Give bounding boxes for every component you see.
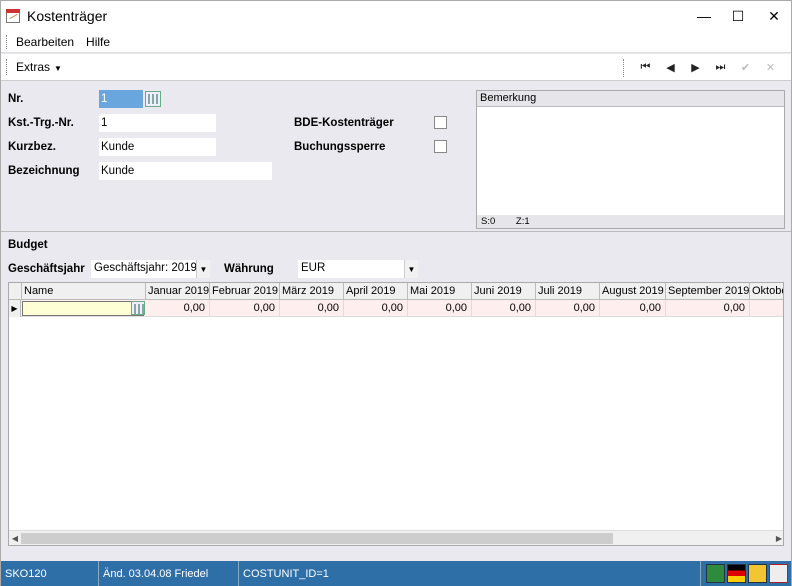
- buchungssperre-label: Buchungssperre: [294, 141, 386, 153]
- waehrung-select[interactable]: EUR ▼: [298, 260, 418, 278]
- geschaeftsjahr-value: Geschäftsjahr: 2019: [94, 262, 197, 274]
- calculator-icon[interactable]: [145, 91, 161, 107]
- kst-trg-nr-label: Kst.-Trg.-Nr.: [8, 117, 74, 129]
- budget-section-title: Budget: [8, 239, 48, 251]
- app-icon: [5, 8, 21, 24]
- column-header-month[interactable]: Januar 2019: [146, 283, 210, 300]
- horizontal-scrollbar[interactable]: ◀ ▶: [9, 530, 783, 545]
- toolbar-grip-icon: [6, 59, 8, 75]
- waehrung-value: EUR: [301, 262, 326, 274]
- column-header-month[interactable]: Mai 2019: [408, 283, 472, 300]
- column-header-name[interactable]: Name: [22, 283, 146, 300]
- status-module: SKO120: [1, 561, 99, 586]
- column-header-month[interactable]: Oktober: [750, 283, 783, 300]
- chevron-down-icon[interactable]: ▼: [196, 260, 210, 278]
- scroll-right-icon[interactable]: ▶: [773, 531, 783, 545]
- table-cell[interactable]: 0,00: [408, 300, 472, 317]
- budget-grid[interactable]: Name Januar 2019 Februar 2019 März 2019 …: [8, 282, 784, 546]
- bemerkung-label: Bemerkung: [477, 91, 784, 107]
- column-header-month[interactable]: Februar 2019: [210, 283, 280, 300]
- table-row[interactable]: ▶ 0,00 0,00 0,00 0,00 0,00 0,00 0,00 0,0…: [9, 300, 783, 317]
- table-cell[interactable]: 0,00: [666, 300, 750, 317]
- kst-trg-nr-field[interactable]: 1: [99, 114, 216, 132]
- previous-record-icon[interactable]: ◀: [658, 57, 683, 79]
- memo-s-count: S:0: [481, 216, 496, 227]
- table-cell[interactable]: 0,00: [536, 300, 600, 317]
- column-header-month[interactable]: März 2019: [280, 283, 344, 300]
- toolbar: Extras ▼ ⏮ ◀ ▶ ⏭ ✔ ✕: [1, 54, 791, 81]
- table-cell[interactable]: 0,00: [210, 300, 280, 317]
- excel-export-icon[interactable]: [706, 564, 725, 583]
- bezeichnung-field[interactable]: Kunde: [99, 162, 272, 180]
- pdf-report-icon[interactable]: [769, 564, 788, 583]
- caret-down-icon: ▼: [54, 64, 62, 73]
- title-bar: Kostenträger — ☐ ✕: [1, 1, 791, 31]
- bde-kostentraeger-checkbox[interactable]: [434, 116, 447, 129]
- nr-label: Nr.: [8, 93, 24, 105]
- column-header-month[interactable]: April 2019: [344, 283, 408, 300]
- row-pointer-icon: ▶: [9, 300, 21, 317]
- row-indicator-header: [9, 283, 22, 300]
- kurzbez-label: Kurzbez.: [8, 141, 56, 153]
- chevron-down-icon[interactable]: ▼: [404, 260, 418, 278]
- column-header-month[interactable]: August 2019: [600, 283, 666, 300]
- scroll-left-icon[interactable]: ◀: [9, 531, 21, 545]
- menu-bar: Bearbeiten Hilfe: [1, 31, 791, 53]
- grid-header: Name Januar 2019 Februar 2019 März 2019 …: [9, 283, 783, 300]
- nr-field[interactable]: 1: [99, 90, 143, 108]
- column-header-month[interactable]: Juli 2019: [536, 283, 600, 300]
- bezeichnung-label: Bezeichnung: [8, 165, 80, 177]
- first-record-icon[interactable]: ⏮: [633, 57, 658, 79]
- last-record-icon[interactable]: ⏭: [708, 57, 733, 79]
- column-header-month[interactable]: Juni 2019: [472, 283, 536, 300]
- table-cell[interactable]: [750, 300, 783, 317]
- extras-label: Extras: [16, 60, 51, 74]
- window-title: Kostenträger: [27, 8, 108, 24]
- geschaeftsjahr-label: Geschäftsjahr: [8, 263, 85, 275]
- geschaeftsjahr-select[interactable]: Geschäftsjahr: 2019 ▼: [91, 260, 210, 278]
- extras-menu-button[interactable]: Extras ▼: [16, 60, 62, 74]
- close-button[interactable]: ✕: [757, 1, 791, 31]
- menu-grip-icon: [6, 34, 8, 49]
- bemerkung-memo[interactable]: Bemerkung S:0 Z:1: [476, 90, 785, 229]
- bde-kostentraeger-label: BDE-Kostenträger: [294, 117, 394, 129]
- table-cell[interactable]: 0,00: [146, 300, 210, 317]
- status-bar: SKO120 Änd. 03.04.08 Friedel COSTUNIT_ID…: [1, 561, 791, 586]
- menu-bearbeiten[interactable]: Bearbeiten: [16, 35, 74, 49]
- section-divider: [1, 231, 791, 232]
- toolbar-separator: [623, 58, 625, 77]
- german-flag-icon[interactable]: [727, 564, 746, 583]
- table-cell[interactable]: 0,00: [280, 300, 344, 317]
- status-record-id: COSTUNIT_ID=1: [239, 561, 701, 586]
- table-cell[interactable]: 0,00: [344, 300, 408, 317]
- scrollbar-thumb[interactable]: [21, 533, 613, 544]
- buchungssperre-checkbox[interactable]: [434, 140, 447, 153]
- name-cell-input[interactable]: [22, 301, 144, 316]
- column-header-month[interactable]: September 2019: [666, 283, 750, 300]
- kostentraeger-window: Kostenträger — ☐ ✕ Bearbeiten Hilfe Extr…: [0, 0, 792, 586]
- cancel-x-icon[interactable]: ✕: [758, 57, 783, 79]
- next-record-icon[interactable]: ▶: [683, 57, 708, 79]
- kurzbez-field[interactable]: Kunde: [99, 138, 216, 156]
- minimize-button[interactable]: —: [687, 1, 721, 31]
- maximize-button[interactable]: ☐: [721, 1, 755, 31]
- table-cell[interactable]: 0,00: [600, 300, 666, 317]
- memo-z-count: Z:1: [515, 216, 530, 227]
- confirm-check-icon[interactable]: ✔: [733, 57, 758, 79]
- calculator-icon[interactable]: [131, 301, 145, 315]
- lock-icon[interactable]: [748, 564, 767, 583]
- waehrung-label: Währung: [224, 263, 274, 275]
- memo-status: S:0 Z:1: [477, 215, 784, 228]
- table-cell[interactable]: 0,00: [472, 300, 536, 317]
- menu-hilfe[interactable]: Hilfe: [86, 35, 110, 49]
- status-changed: Änd. 03.04.08 Friedel: [99, 561, 239, 586]
- record-navigation: ⏮ ◀ ▶ ⏭ ✔ ✕: [623, 54, 783, 81]
